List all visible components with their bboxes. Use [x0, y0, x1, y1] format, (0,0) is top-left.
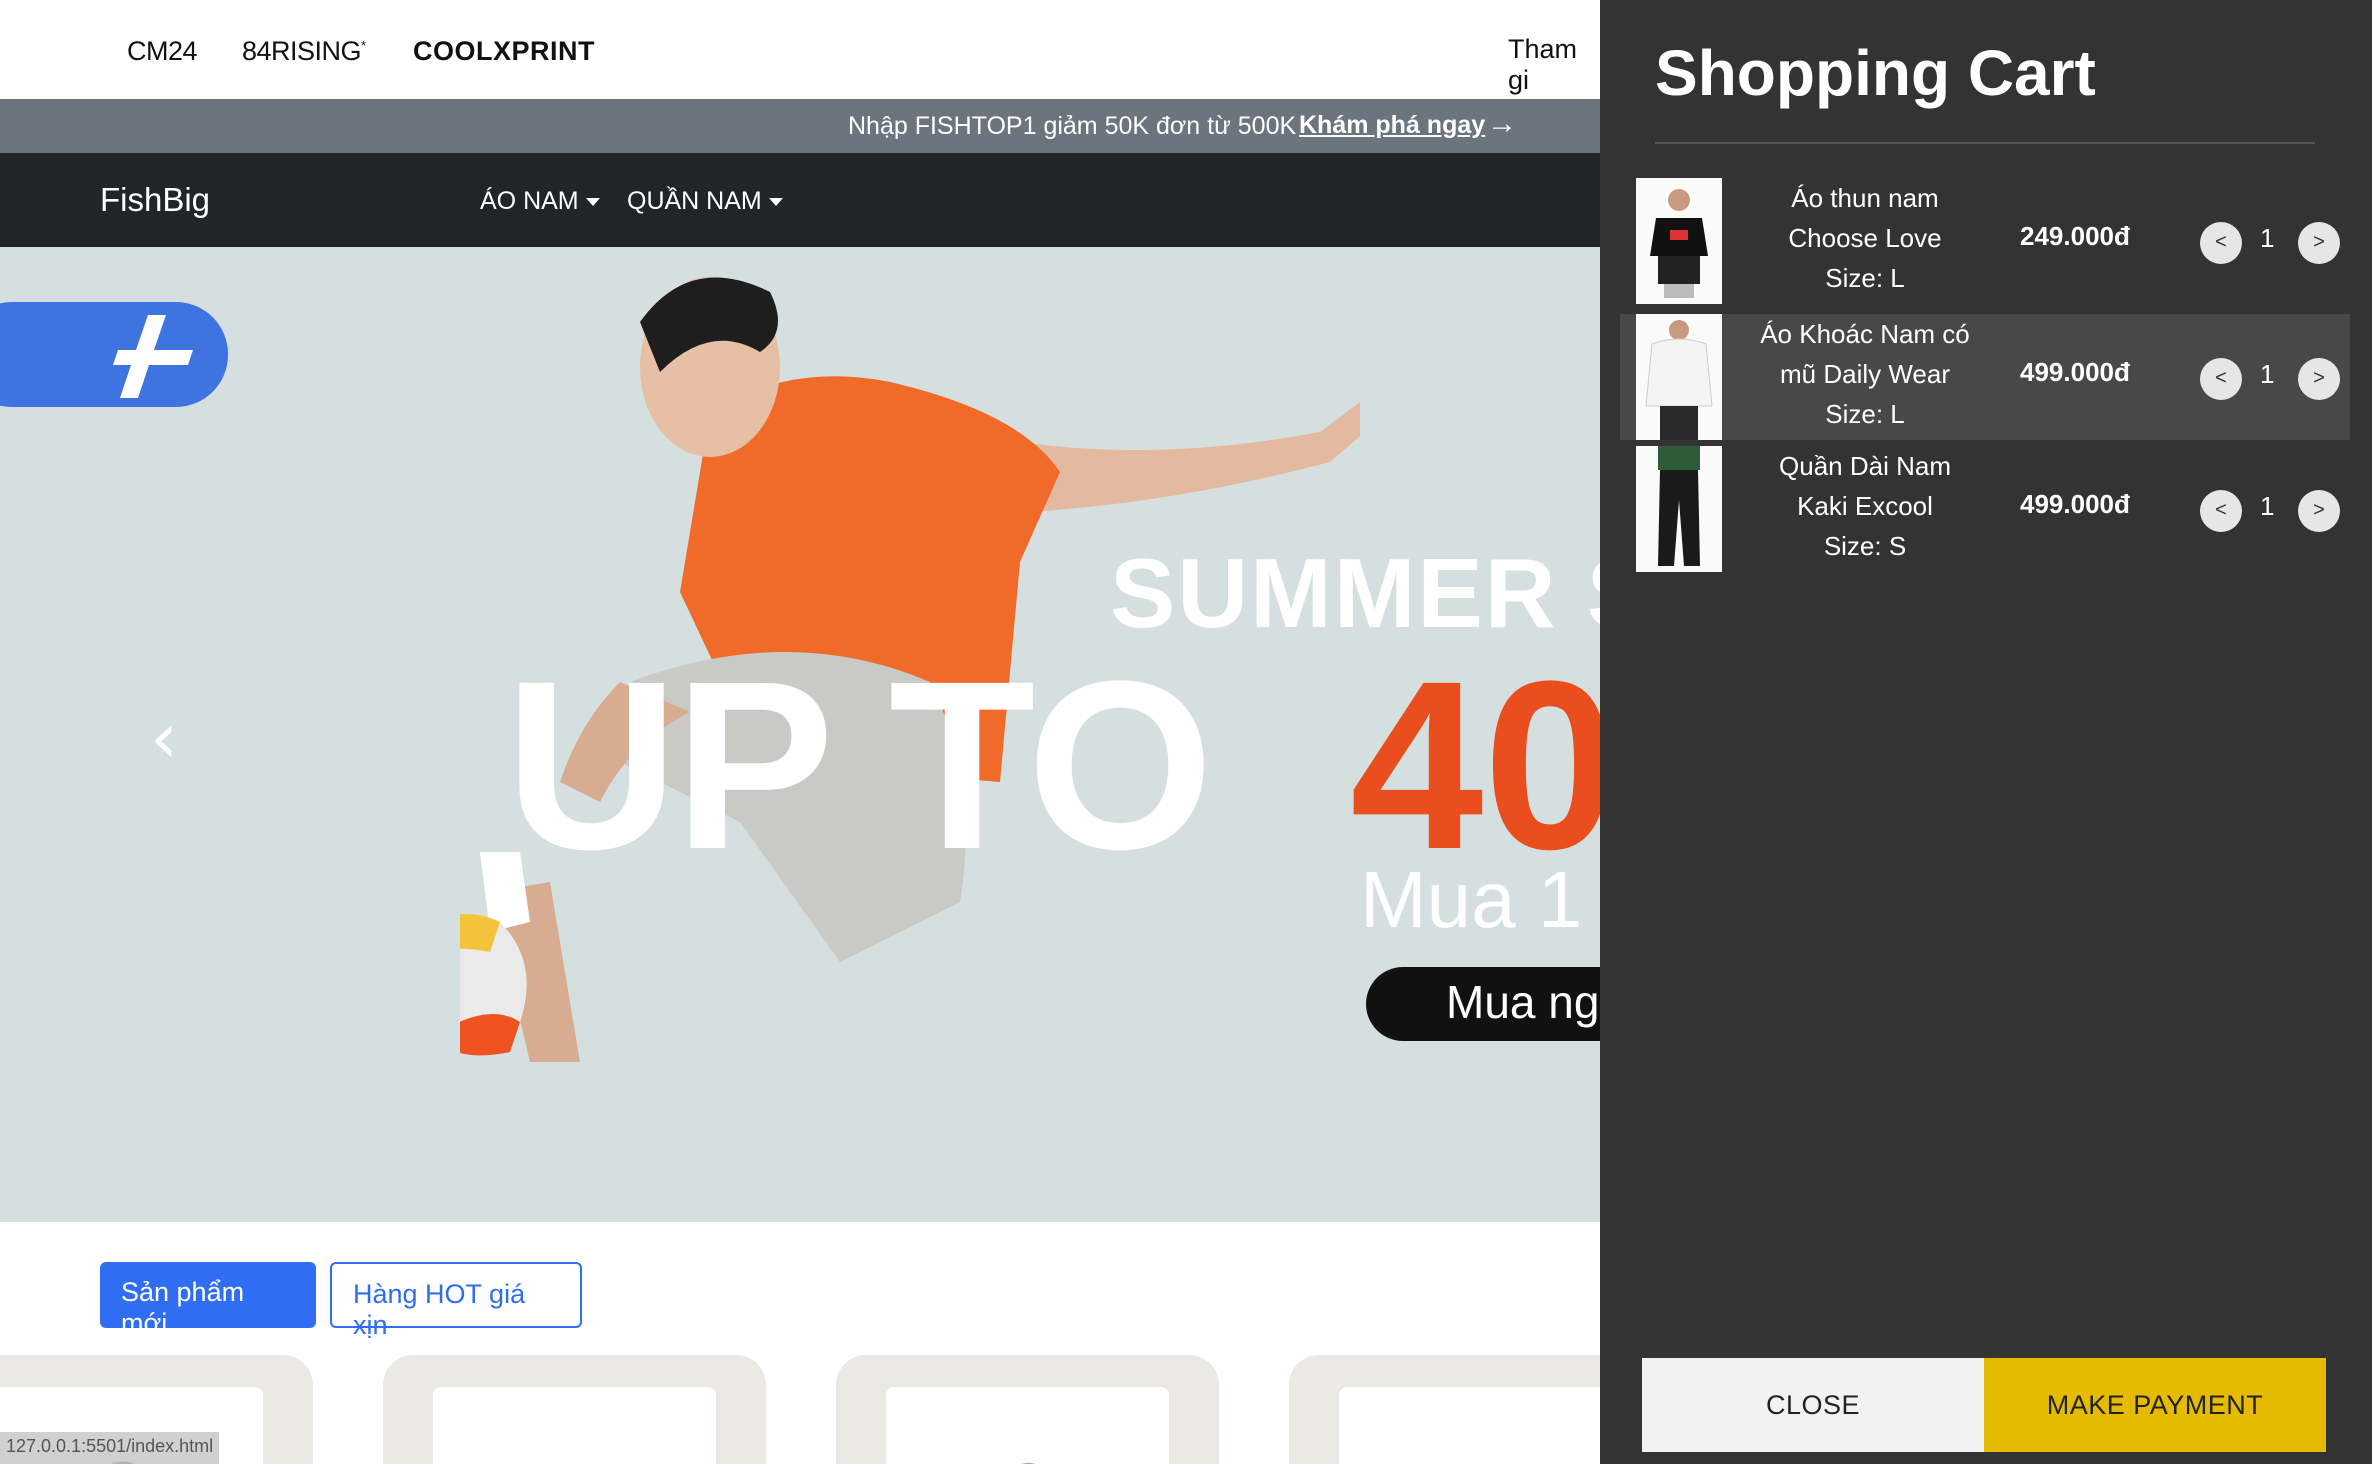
cart-item-name-line1: Quần Dài Nam: [1779, 451, 1951, 481]
product-image-frame: [1339, 1387, 1622, 1464]
increase-qty-button[interactable]: >: [2298, 222, 2340, 264]
cart-item: Áo thun nam Choose Love Size: L 249.000đ…: [1620, 178, 2350, 304]
cart-item: Áo Khoác Nam có mũ Daily Wear Size: L 49…: [1620, 314, 2350, 440]
main-navbar: FishBig ÁO NAM QUẦN NAM: [0, 153, 1600, 247]
brand-84rising-link[interactable]: 84RISING*: [242, 36, 366, 67]
product-image: [539, 1443, 611, 1464]
shopping-cart-panel: Shopping Cart Áo thun nam Choose Love Si…: [1600, 0, 2372, 1464]
cart-item-quantity: 1: [2260, 491, 2275, 521]
join-link[interactable]: Tham gi: [1508, 34, 1600, 96]
brand-slash-icon: [113, 315, 193, 398]
cart-item-size: Size: S: [1823, 531, 1907, 561]
product-card[interactable]: [836, 1355, 1219, 1464]
cart-item-price: 499.000đ: [2020, 489, 2130, 519]
cart-item-name-line2: Choose Love: [1788, 223, 1942, 253]
product-image: [1020, 1463, 1036, 1464]
increase-qty-button[interactable]: >: [2298, 358, 2340, 400]
brand-coolxprint-link[interactable]: COOLXPRINT: [413, 36, 595, 67]
product-image-frame: [433, 1387, 716, 1464]
cart-item-name-line1: Áo thun nam: [1791, 183, 1939, 213]
promo-text: Nhập FISHTOP1 giảm 50K đơn từ 500K: [848, 112, 1297, 140]
hero-offer-text: Mua 1 c: [1360, 855, 1600, 944]
pants-product-image: [1658, 446, 1700, 566]
decrease-qty-button[interactable]: <: [2200, 490, 2242, 532]
tab-new-products[interactable]: Sản phẩm mới: [100, 1262, 316, 1338]
site-logo[interactable]: FishBig: [100, 181, 210, 219]
cart-title: Shopping Cart: [1655, 37, 2096, 109]
brand-84rising-mark: *: [361, 38, 366, 53]
cart-item-price: 249.000đ: [2020, 221, 2130, 251]
tab-hot-products[interactable]: Hàng HOT giá xịn: [330, 1262, 582, 1340]
status-bar-url: 127.0.0.1:5501/index.html: [0, 1432, 220, 1464]
cart-item-name-line2: mũ Daily Wear: [1779, 359, 1950, 389]
jacket-product-image: [1645, 320, 1713, 440]
promo-banner: Nhập FISHTOP1 giảm 50K đơn từ 500K Khám …: [0, 99, 1600, 153]
close-cart-button[interactable]: CLOSE: [1642, 1358, 1984, 1452]
increase-qty-button[interactable]: >: [2298, 490, 2340, 532]
cart-item-name: Quần Dài Nam Kaki Excool Size: S: [1740, 446, 1990, 566]
cart-item-size: Size: L: [1825, 399, 1905, 429]
caret-down-icon: [585, 198, 600, 207]
nav-item-quan-nam[interactable]: QUẦN NAM: [627, 187, 783, 216]
make-payment-button[interactable]: MAKE PAYMENT: [1984, 1358, 2326, 1452]
carousel-prev-icon[interactable]: ‹: [150, 697, 178, 779]
product-image: [1445, 1443, 1517, 1464]
hero-carousel[interactable]: SUMMER S UP TO 40 Mua 1 c Mua ng ‹: [0, 247, 1600, 1222]
decrease-qty-button[interactable]: <: [2200, 222, 2242, 264]
cart-item-name: Áo thun nam Choose Love Size: L: [1740, 178, 1990, 298]
nav-item-label: QUẦN NAM: [627, 187, 762, 215]
cart-item-image: [1636, 314, 1722, 440]
hero-upto-text: UP TO: [505, 631, 1214, 899]
arrow-right-icon[interactable]: →: [1487, 107, 1517, 141]
cart-item-quantity: 1: [2260, 223, 2275, 253]
cart-item: Quần Dài Nam Kaki Excool Size: S 499.000…: [1620, 446, 2350, 572]
hero-cta-button[interactable]: Mua ng: [1366, 967, 1600, 1041]
tshirt-product-image: [1650, 189, 1708, 298]
product-card[interactable]: [383, 1355, 766, 1464]
nav-item-ao-nam[interactable]: ÁO NAM: [480, 187, 600, 216]
nav-item-label: ÁO NAM: [480, 187, 579, 215]
cart-item-name-line2: Kaki Excool: [1797, 491, 1933, 521]
decrease-qty-button[interactable]: <: [2200, 358, 2242, 400]
cart-divider: [1655, 142, 2315, 144]
cart-item-image: [1636, 446, 1722, 572]
brand-bar: CM24 84RISING* COOLXPRINT Tham gi: [0, 0, 1600, 99]
cart-item-size: Size: L: [1825, 263, 1905, 293]
cart-item-quantity: 1: [2260, 359, 2275, 389]
cart-item-name: Áo Khoác Nam có mũ Daily Wear Size: L: [1740, 314, 1990, 434]
caret-down-icon: [768, 198, 783, 207]
brand-cm24-link[interactable]: CM24: [127, 36, 198, 67]
cart-item-image: [1636, 178, 1722, 304]
brand-84rising-label: 84RISING: [242, 36, 362, 66]
promo-link[interactable]: Khám phá ngay: [1299, 111, 1485, 140]
cart-item-price: 499.000đ: [2020, 357, 2130, 387]
banner-logo-badge: [0, 302, 228, 407]
cart-item-name-line1: Áo Khoác Nam có: [1760, 319, 1970, 349]
product-image-frame: [886, 1387, 1169, 1464]
